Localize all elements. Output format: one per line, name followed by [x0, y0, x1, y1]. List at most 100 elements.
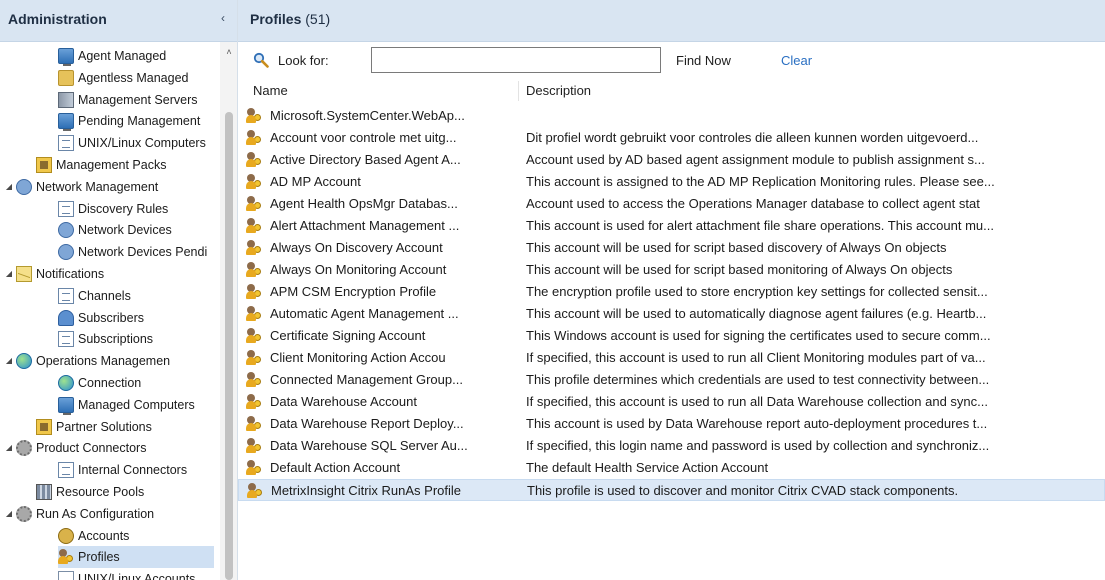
nav-item-discovery-rules[interactable]: Discovery Rules	[58, 198, 168, 220]
table-row[interactable]: APM CSM Encryption Profile The encryption…	[238, 281, 1105, 303]
profile-icon	[246, 372, 262, 388]
collapse-pane-button[interactable]: ‹	[216, 11, 230, 25]
agent-managed-icon	[58, 48, 74, 66]
expand-collapse-icon[interactable]: ◢	[4, 176, 14, 198]
column-divider[interactable]	[518, 81, 519, 101]
search-icon	[253, 52, 269, 68]
nav-item-operations-management[interactable]: ◢ Operations Managemen	[4, 350, 170, 372]
partner-solutions-icon	[36, 418, 52, 435]
nav-item-management-packs[interactable]: Management Packs	[36, 154, 166, 176]
key-badge-icon	[66, 555, 73, 563]
scroll-up-button[interactable]: ˄	[220, 42, 237, 62]
nav-item-subscribers[interactable]: Subscribers	[58, 307, 144, 329]
find-now-button[interactable]: Find Now	[676, 53, 731, 68]
table-row[interactable]: Active Directory Based Agent A... Account…	[238, 149, 1105, 171]
table-row[interactable]: Always On Monitoring Account This account…	[238, 259, 1105, 281]
nav-item-managed-computers[interactable]: Managed Computers	[58, 394, 195, 416]
nav-item-product-connectors[interactable]: ◢ Product Connectors	[4, 437, 146, 459]
table-row[interactable]: Data Warehouse SQL Server Au... If specif…	[238, 435, 1105, 457]
key-badge-icon	[255, 489, 262, 496]
nav-item-label: Agent Managed	[78, 49, 167, 63]
navigation-scrollbar[interactable]: ˄	[220, 42, 237, 580]
table-row[interactable]: Always On Discovery Account This account …	[238, 237, 1105, 259]
nav-item-management-servers[interactable]: Management Servers	[58, 89, 198, 111]
nav-item-notifications[interactable]: ◢ Notifications	[4, 263, 104, 285]
subscriptions-icon	[58, 331, 74, 348]
run-as-configuration-icon	[16, 505, 32, 522]
table-row[interactable]: Automatic Agent Management ... This accou…	[238, 303, 1105, 325]
profile-description: This account will be used for script bas…	[526, 240, 947, 255]
nav-item-label: Management Packs	[56, 158, 167, 172]
nav-item-unix-linux-accounts[interactable]: UNIX/Linux Accounts	[58, 568, 195, 580]
nav-item-partner-solutions[interactable]: Partner Solutions	[36, 416, 152, 438]
profile-name: MetrixInsight Citrix RunAs Profile	[271, 483, 461, 498]
profile-description: This account will be used for script bas…	[526, 262, 953, 277]
nav-item-resource-pools[interactable]: Resource Pools	[36, 481, 144, 503]
table-row[interactable]: Account voor controle met uitg... Dit pro…	[238, 127, 1105, 149]
table-row[interactable]: Default Action Account The default Health…	[238, 457, 1105, 479]
expand-collapse-icon[interactable]: ◢	[4, 263, 14, 285]
search-input[interactable]	[371, 47, 661, 73]
profile-description: This account is used for alert attachmen…	[526, 218, 994, 233]
table-row[interactable]: Certificate Signing Account This Windows …	[238, 325, 1105, 347]
nav-item-profiles[interactable]: Profiles	[58, 546, 214, 569]
nav-item-agentless-managed[interactable]: Agentless Managed	[58, 67, 189, 89]
key-badge-icon	[254, 444, 261, 451]
expand-collapse-icon[interactable]: ◢	[4, 503, 14, 525]
table-row[interactable]: Client Monitoring Action Accou If specifi…	[238, 347, 1105, 369]
key-badge-icon	[254, 246, 261, 253]
profile-name: Account voor controle met uitg...	[270, 130, 457, 145]
profile-description: This profile is used to discover and mon…	[527, 483, 959, 498]
nav-item-network-devices[interactable]: Network Devices	[58, 219, 172, 241]
nav-item-label: Subscriptions	[78, 332, 154, 347]
agentless-managed-icon	[58, 69, 74, 86]
clear-link[interactable]: Clear	[781, 53, 812, 68]
management-packs-icon	[36, 157, 52, 173]
discovery-rules-icon	[58, 200, 74, 217]
profile-name: Always On Monitoring Account	[270, 262, 447, 277]
nav-item-connection[interactable]: Connection	[58, 372, 141, 394]
nav-item-subscriptions[interactable]: Subscriptions	[58, 328, 153, 350]
profile-description: If specified, this account is used to ru…	[526, 394, 988, 409]
nav-item-label: Network Devices Pendi	[78, 245, 208, 260]
table-row[interactable]: Connected Management Group... This profil…	[238, 369, 1105, 391]
profile-icon	[246, 350, 262, 366]
column-header-description[interactable]: Description	[526, 83, 591, 98]
nav-item-channels[interactable]: Channels	[58, 285, 131, 307]
key-badge-icon	[254, 158, 261, 165]
table-row[interactable]: Alert Attachment Management ... This acco…	[238, 215, 1105, 237]
table-row[interactable]: MetrixInsight Citrix RunAs Profile This p…	[238, 479, 1105, 501]
profile-icon	[246, 174, 262, 190]
unix-linux-computers-icon	[58, 135, 74, 152]
nav-item-run-as-configuration[interactable]: ◢ Run As Configuration	[4, 503, 154, 525]
key-badge-icon	[254, 378, 261, 385]
nav-item-agent-managed[interactable]: Agent Managed	[58, 45, 166, 67]
main-pane: Profiles (51) Look for: Find Now Clear N…	[238, 0, 1105, 580]
nav-item-internal-connectors[interactable]: Internal Connectors	[58, 459, 187, 481]
profile-name: Certificate Signing Account	[270, 328, 426, 343]
expand-collapse-icon[interactable]: ◢	[4, 350, 14, 372]
nav-item-pending-management[interactable]: Pending Management	[58, 110, 200, 132]
nav-item-label: Network Management	[36, 179, 159, 194]
nav-item-label: Notifications	[36, 267, 105, 281]
nav-item-network-devices-pending[interactable]: Network Devices Pendi	[58, 241, 207, 263]
profile-name: Data Warehouse SQL Server Au...	[270, 438, 468, 453]
profile-name: Data Warehouse Account	[270, 394, 417, 409]
profile-description: This account will be used to automatical…	[526, 306, 987, 321]
expand-collapse-icon[interactable]: ◢	[4, 437, 14, 459]
accounts-icon	[58, 527, 74, 544]
table-row[interactable]: Microsoft.SystemCenter.WebAp...	[238, 105, 1105, 127]
profile-icon	[246, 130, 262, 146]
scrollbar-thumb[interactable]	[225, 112, 233, 580]
nav-item-accounts[interactable]: Accounts	[58, 525, 129, 547]
nav-item-unix-linux-computers[interactable]: UNIX/Linux Computers	[58, 132, 206, 154]
table-row[interactable]: Agent Health OpsMgr Databas... Account us…	[238, 193, 1105, 215]
profile-name: Default Action Account	[270, 460, 401, 475]
table-row[interactable]: Data Warehouse Report Deploy... This acco…	[238, 413, 1105, 435]
profile-icon	[246, 438, 262, 454]
table-row[interactable]: Data Warehouse Account If specified, this…	[238, 391, 1105, 413]
table-row[interactable]: AD MP Account This account is assigned to…	[238, 171, 1105, 193]
nav-item-network-management[interactable]: ◢ Network Management	[4, 176, 158, 198]
profile-icon	[246, 262, 262, 278]
column-header-name[interactable]: Name	[253, 83, 288, 98]
